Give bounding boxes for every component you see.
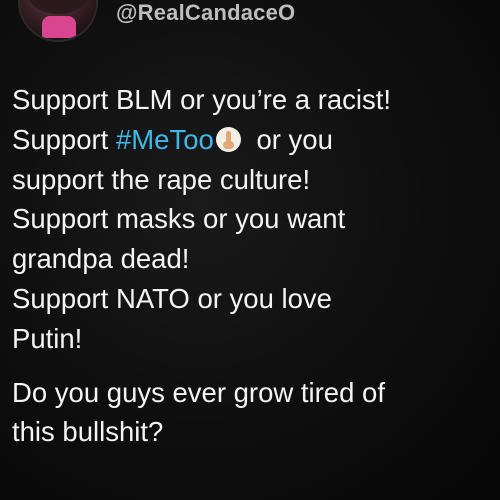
avatar-hair — [28, 0, 88, 14]
tweet-body: Support BLM or you’re a racist! Support … — [12, 80, 492, 452]
tweet-line: Support NATO or you love — [12, 282, 332, 314]
tweet-line: Do you guys ever grow tired of — [12, 376, 385, 408]
user-handle[interactable]: @RealCandaceO — [116, 0, 295, 26]
tweet-text: Support — [12, 123, 116, 155]
tweet-line: grandpa dead! — [12, 243, 190, 275]
avatar[interactable] — [18, 0, 98, 42]
tweet-line: Support masks or you want — [12, 203, 346, 235]
tweet-closing: Do you guys ever grow tired of this bull… — [12, 373, 492, 453]
tweet-text: or you — [248, 123, 333, 155]
tweet-screen: @RealCandaceO Support BLM or you’re a ra… — [0, 0, 500, 500]
tweet-line: Putin! — [12, 322, 83, 354]
tweet-line: support the rape culture! — [12, 163, 311, 195]
tweet-line: Support BLM or you’re a racist! — [12, 84, 392, 115]
hashtag-metoo[interactable]: #MeToo — [116, 124, 214, 155]
avatar-shirt — [42, 16, 76, 38]
raised-fist-icon — [215, 126, 241, 152]
tweet-line: Support #MeToo or you — [12, 120, 492, 160]
tweet-line: this bullshit? — [12, 416, 164, 448]
